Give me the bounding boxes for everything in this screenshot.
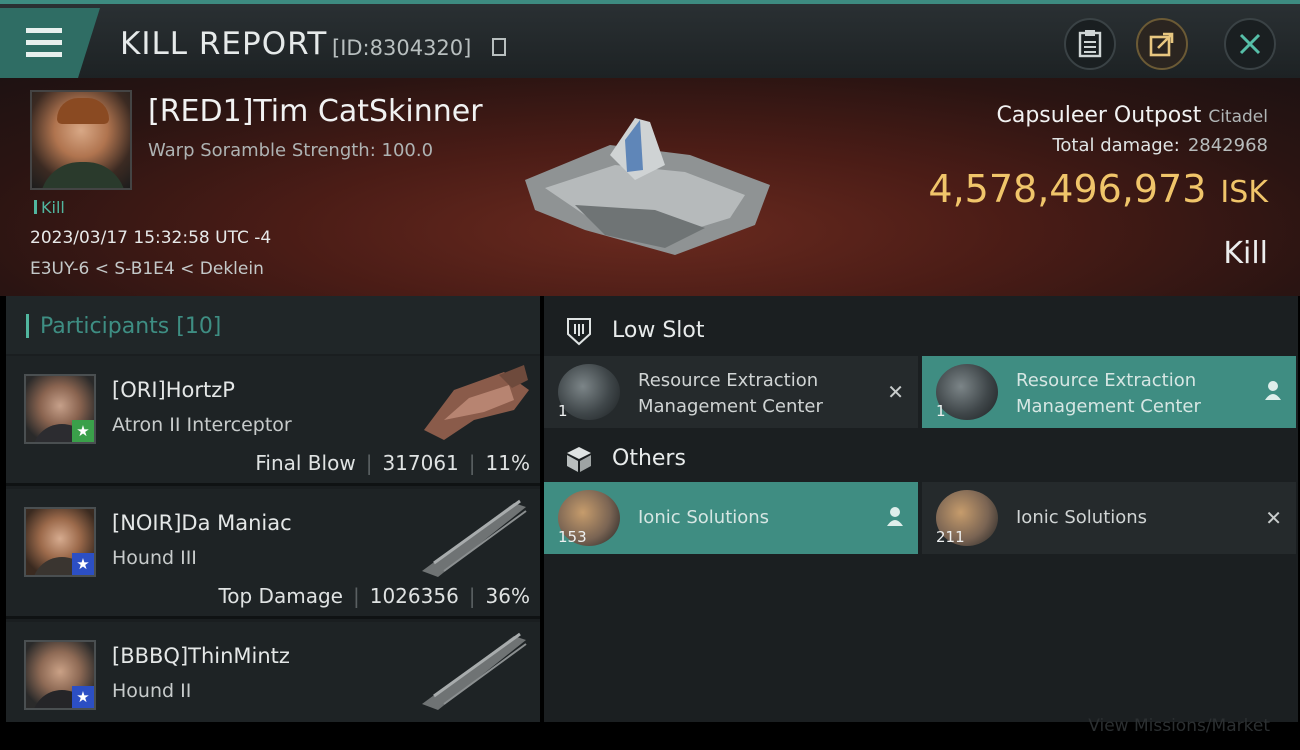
participant-ship: Atron II Interceptor xyxy=(112,414,292,436)
kill-location[interactable]: E3UY-6 < S-B1E4 < Deklein xyxy=(30,259,264,279)
participant-ship: Hound III xyxy=(112,547,197,569)
share-icon xyxy=(1149,32,1174,57)
warp-scramble-strength: Warp Soramble Strength: 100.0 xyxy=(148,140,434,161)
isk-value: 4,578,496,973 ISK xyxy=(928,167,1268,211)
participant-avatar[interactable]: ★ xyxy=(24,374,96,444)
star-icon: ★ xyxy=(72,553,94,575)
close-button[interactable] xyxy=(1224,18,1276,70)
person-icon[interactable] xyxy=(886,506,904,526)
victim-portrait[interactable] xyxy=(30,90,132,190)
hound-ship-image xyxy=(422,632,527,710)
victim-ship[interactable]: Capsuleer Outpost Citadel xyxy=(997,103,1269,128)
fitting-panel: Low Slot 1 Resource Extraction Managemen… xyxy=(544,296,1298,722)
participants-panel: Participants [10] ★ [ORI]HortzP Atron II… xyxy=(6,296,540,722)
hamburger-menu-icon[interactable] xyxy=(0,8,100,78)
kill-datetime: 2023/03/17 15:32:58 UTC -4 xyxy=(30,228,272,248)
item-quantity: 1 xyxy=(558,402,568,420)
clipboard-icon xyxy=(1078,30,1102,58)
low-slot-icon xyxy=(567,318,591,346)
participant-row[interactable]: ★ [BBBQ]ThinMintz Hound II xyxy=(6,622,540,722)
participant-row[interactable]: ★ [ORI]HortzP Atron II Interceptor Final… xyxy=(6,356,540,486)
share-button[interactable] xyxy=(1136,18,1188,70)
star-icon: ★ xyxy=(72,686,94,708)
participant-ship: Hound II xyxy=(112,680,192,702)
total-damage-value: 2842968 xyxy=(1187,135,1268,156)
item-quantity: 211 xyxy=(936,528,965,546)
participant-name: [BBBQ]ThinMintz xyxy=(112,644,290,668)
person-icon[interactable] xyxy=(1264,380,1282,400)
header-bar: KILL REPORT [ID:8304320] xyxy=(0,0,1300,78)
item-name: Resource Extraction Management Center xyxy=(1016,370,1201,417)
participants-title: Participants [10] xyxy=(40,314,222,339)
stat-damage: 1026356 xyxy=(369,584,459,608)
stat-label: Final Blow xyxy=(255,451,356,475)
close-icon xyxy=(1239,33,1261,55)
close-icon[interactable]: ✕ xyxy=(1265,506,1282,530)
participant-name: [NOIR]Da Maniac xyxy=(112,511,292,535)
citadel-ship-image xyxy=(525,118,770,255)
participant-stats: Final Blow | 317061 | 11% xyxy=(255,451,530,475)
item-quantity: 1 xyxy=(936,402,946,420)
total-damage-label: Total damage: xyxy=(1052,135,1180,156)
participant-row[interactable]: ★ [NOIR]Da Maniac Hound III Top Damage | 1… xyxy=(6,489,540,619)
participant-avatar[interactable]: ★ xyxy=(24,640,96,710)
clipboard-icon[interactable] xyxy=(1064,18,1116,70)
item-quantity: 153 xyxy=(558,528,587,546)
close-icon[interactable]: ✕ xyxy=(887,380,904,404)
isk-unit: ISK xyxy=(1220,175,1268,210)
participant-name: [ORI]HortzP xyxy=(112,378,235,402)
footer-link[interactable]: View Missions/Market xyxy=(1088,716,1270,736)
atron-ship-image xyxy=(424,365,529,440)
participant-stats: Top Damage | 1026356 | 36% xyxy=(218,584,530,608)
victim-name[interactable]: [RED1]Tim CatSkinner xyxy=(148,94,483,129)
low-slot-title: Low Slot xyxy=(612,318,705,343)
page-title: KILL REPORT xyxy=(120,26,328,62)
item-name: Ionic Solutions xyxy=(1016,507,1148,528)
kill-report-window: KILL REPORT [ID:8304320] [RED1]Tim CatSk… xyxy=(0,0,1300,750)
participant-avatar[interactable]: ★ xyxy=(24,507,96,577)
ship-class: Citadel xyxy=(1208,107,1268,127)
item-name: Resource Extraction Management Center xyxy=(638,370,823,417)
stat-percent: 36% xyxy=(485,584,530,608)
hound-ship-image xyxy=(422,499,527,577)
others-header: Others xyxy=(544,428,1298,486)
others-title: Others xyxy=(612,446,686,471)
copy-id-icon[interactable] xyxy=(492,38,506,56)
fitting-item[interactable]: 211 Ionic Solutions ✕ xyxy=(922,482,1296,554)
isk-amount: 4,578,496,973 xyxy=(928,167,1207,211)
participants-header: Participants [10] xyxy=(6,296,540,354)
result-label: Kill xyxy=(1223,236,1268,271)
fitting-item[interactable]: 1 Resource Extraction Management Center … xyxy=(544,356,918,428)
stat-damage: 317061 xyxy=(382,451,459,475)
low-slot-header: Low Slot xyxy=(544,300,1298,358)
item-name: Ionic Solutions xyxy=(638,507,770,528)
fitting-item[interactable]: 153 Ionic Solutions xyxy=(544,482,918,554)
star-icon: ★ xyxy=(72,420,94,442)
stat-label: Top Damage xyxy=(218,584,343,608)
fitting-item[interactable]: 1 Resource Extraction Management Center xyxy=(922,356,1296,428)
stat-percent: 11% xyxy=(485,451,530,475)
cube-icon xyxy=(567,447,591,472)
kill-tag: Kill xyxy=(34,198,65,217)
report-id: [ID:8304320] xyxy=(332,36,472,60)
ship-name: Capsuleer Outpost xyxy=(996,103,1202,128)
total-damage: Total damage: 2842968 xyxy=(1052,135,1268,156)
